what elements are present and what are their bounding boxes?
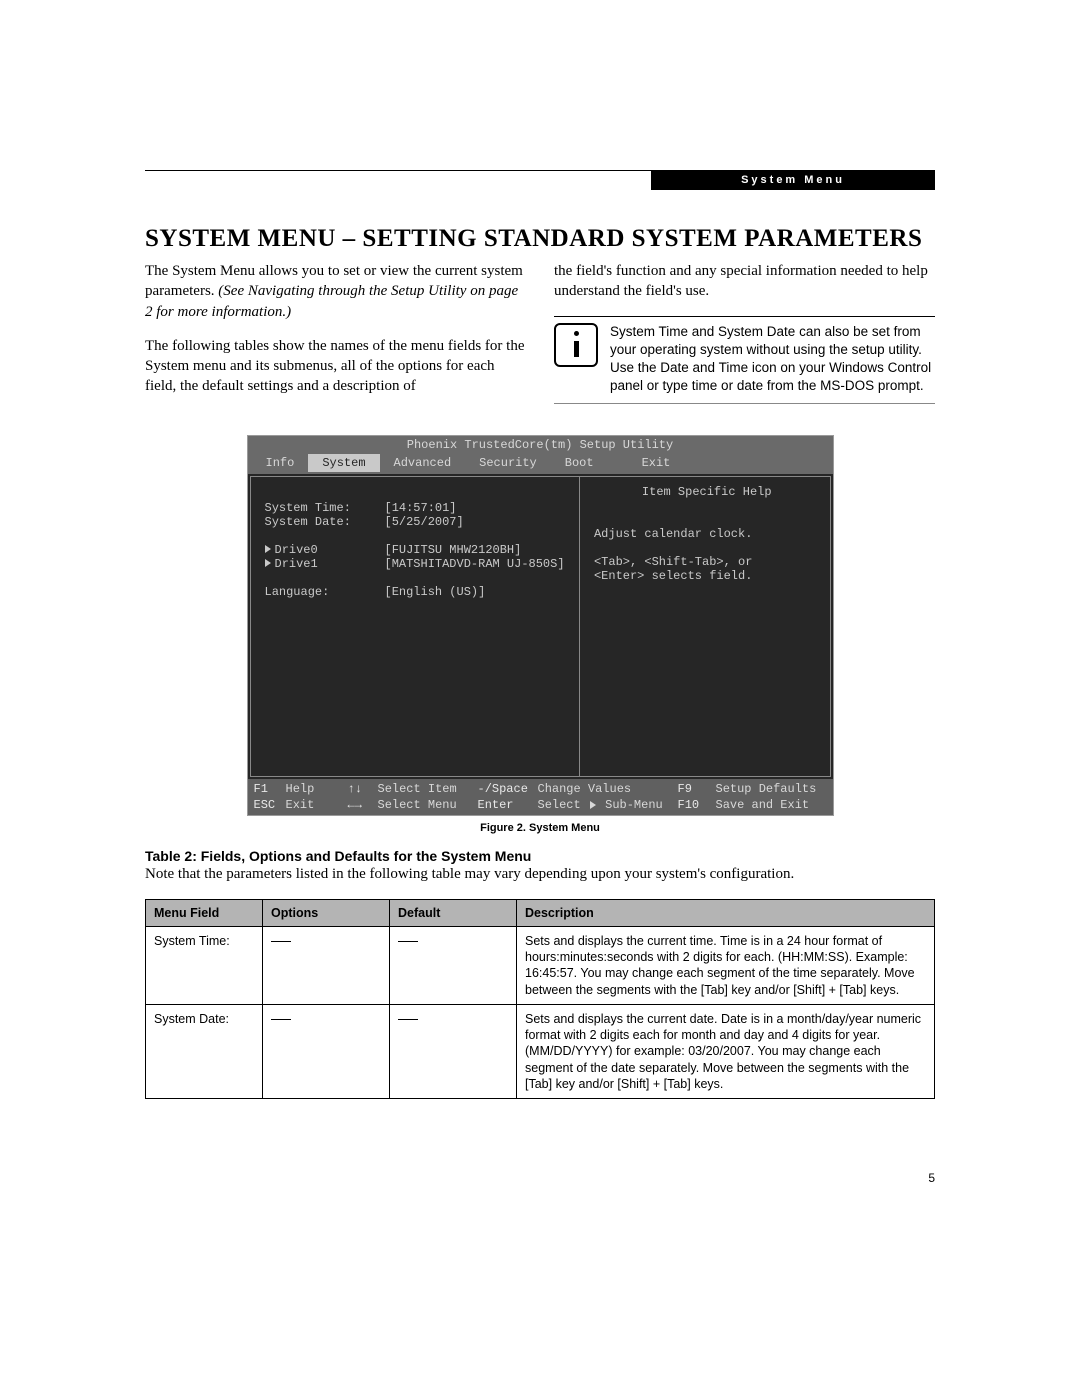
bios-label-system-date: System Date: — [265, 515, 385, 529]
bios-key-leftright: ←→ — [348, 797, 378, 813]
cell-options — [263, 1004, 390, 1098]
bios-key-f9-label: Setup Defaults — [716, 781, 827, 797]
cell-description: Sets and displays the current time. Time… — [517, 926, 935, 1004]
bios-tab-exit[interactable]: Exit — [628, 454, 685, 472]
bios-label-drive1: Drive1 — [275, 557, 318, 571]
triangle-right-icon — [590, 801, 596, 809]
cell-description: Sets and displays the current date. Date… — [517, 1004, 935, 1098]
bios-help-panel: Item Specific Help Adjust calendar clock… — [580, 476, 831, 777]
intro-paragraph-2: The following tables show the names of t… — [145, 336, 526, 397]
header-section-label: System Menu — [651, 170, 935, 190]
bios-tab-boot[interactable]: Boot — [551, 454, 608, 472]
bios-key-f9: F9 — [678, 781, 716, 797]
cell-field: System Time: — [146, 926, 263, 1004]
bios-key-space: -/Space — [478, 781, 538, 797]
bios-tab-security[interactable]: Security — [465, 454, 551, 472]
info-icon — [554, 323, 598, 367]
triangle-right-icon — [265, 559, 271, 567]
bios-value-drive0: [FUJITSU MHW2120BH] — [385, 543, 522, 557]
bios-key-f10: F10 — [678, 797, 716, 813]
bios-key-updown-label: Select Item — [378, 781, 478, 797]
bios-footer: F1 Help ↑↓ Select Item -/Space Change Va… — [248, 779, 833, 815]
th-menu-field: Menu Field — [146, 899, 263, 926]
cell-field: System Date: — [146, 1004, 263, 1098]
bios-key-enter-label: Select Sub-Menu — [538, 797, 678, 813]
bios-screenshot: Phoenix TrustedCore(tm) Setup Utility In… — [247, 435, 834, 816]
figure-caption: Figure 2. System Menu — [145, 822, 935, 834]
page-title: SYSTEM MENU – SETTING STANDARD SYSTEM PA… — [145, 225, 935, 253]
th-default: Default — [390, 899, 517, 926]
bios-field-system-date[interactable]: System Date: [5/25/2007] — [265, 515, 569, 529]
bios-key-esc-label: Exit — [286, 797, 348, 813]
header-section-text: System Menu — [741, 174, 845, 186]
info-note-box: System Time and System Date can also be … — [554, 316, 935, 405]
bios-help-line2: <Tab>, <Shift-Tab>, or — [594, 555, 820, 569]
bios-key-f1: F1 — [254, 781, 286, 797]
bios-key-updown: ↑↓ — [348, 781, 378, 797]
bios-value-drive1: [MATSHITADVD-RAM UJ-850S] — [385, 557, 565, 571]
bios-key-enter: Enter — [478, 797, 538, 813]
table-note: Note that the parameters listed in the f… — [145, 866, 935, 883]
bios-key-f10-label: Save and Exit — [716, 797, 827, 813]
bios-label-language: Language: — [265, 585, 385, 599]
bios-help-line1: Adjust calendar clock. — [594, 527, 820, 541]
bios-key-f1-label: Help — [286, 781, 348, 797]
table-title: Table 2: Fields, Options and Defaults fo… — [145, 848, 935, 864]
cell-options — [263, 926, 390, 1004]
bios-help-line3: <Enter> selects field. — [594, 569, 820, 583]
intro-paragraph-3: the field's function and any special inf… — [554, 261, 935, 302]
cell-default — [390, 926, 517, 1004]
bios-label-system-time: System Time: — [265, 501, 385, 515]
bios-key-leftright-label: Select Menu — [378, 797, 478, 813]
bios-value-system-date: [5/25/2007] — [385, 515, 464, 529]
bios-utility-title: Phoenix TrustedCore(tm) Setup Utility — [248, 436, 833, 454]
page-number: 5 — [928, 1171, 935, 1185]
triangle-right-icon — [265, 545, 271, 553]
table-row: System Date: Sets and displays the curre… — [146, 1004, 935, 1098]
bios-field-drive1[interactable]: Drive1 [MATSHITADVD-RAM UJ-850S] — [265, 557, 569, 571]
bios-key-space-label: Change Values — [538, 781, 678, 797]
bios-tab-advanced[interactable]: Advanced — [380, 454, 466, 472]
bios-value-system-time: [14:57:01] — [385, 501, 457, 515]
th-options: Options — [263, 899, 390, 926]
info-note-text: System Time and System Date can also be … — [610, 323, 935, 396]
bios-help-title: Item Specific Help — [594, 485, 820, 499]
bios-left-panel: System Time: [14:57:01] System Date: [5/… — [250, 476, 580, 777]
bios-tab-bar: Info System Advanced Security Boot Exit — [248, 454, 833, 474]
bios-value-language: [English (US)] — [385, 585, 486, 599]
bios-tab-info[interactable]: Info — [252, 454, 309, 472]
bios-label-drive0: Drive0 — [275, 543, 318, 557]
table-header-row: Menu Field Options Default Description — [146, 899, 935, 926]
bios-field-drive0[interactable]: Drive0 [FUJITSU MHW2120BH] — [265, 543, 569, 557]
bios-tab-system[interactable]: System — [308, 454, 379, 472]
th-description: Description — [517, 899, 935, 926]
intro-paragraph-1: The System Menu allows you to set or vie… — [145, 261, 526, 322]
bios-field-system-time[interactable]: System Time: [14:57:01] — [265, 501, 569, 515]
cell-default — [390, 1004, 517, 1098]
bios-field-language[interactable]: Language: [English (US)] — [265, 585, 569, 599]
options-table: Menu Field Options Default Description S… — [145, 899, 935, 1099]
table-row: System Time: Sets and displays the curre… — [146, 926, 935, 1004]
bios-key-esc: ESC — [254, 797, 286, 813]
